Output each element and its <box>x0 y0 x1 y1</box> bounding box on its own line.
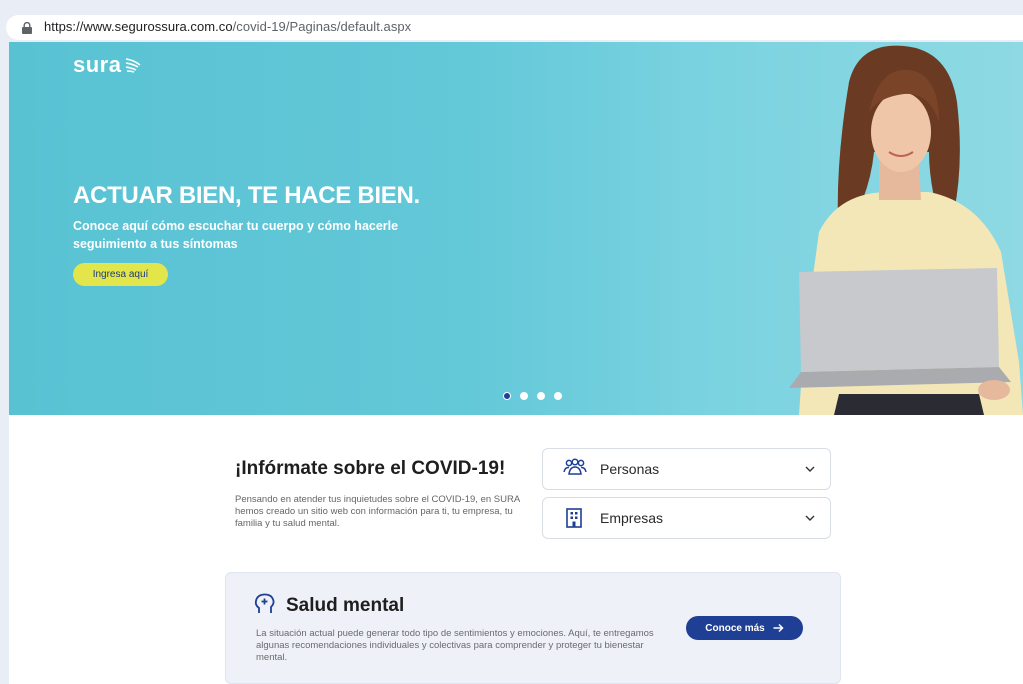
chevron-down-icon <box>805 515 815 521</box>
personas-dropdown[interactable]: Personas <box>542 448 831 490</box>
hero-title: ACTUAR BIEN, TE HACE BIEN. <box>73 182 420 209</box>
url-path: /covid-19/Paginas/default.aspx <box>232 19 412 34</box>
browser-address-bar: https://www.segurossura.com.co/covid-19/… <box>0 0 1023 48</box>
carousel-dot-2[interactable] <box>520 392 528 400</box>
empresas-dropdown[interactable]: Empresas <box>542 497 831 539</box>
salud-mental-title: Salud mental <box>286 595 405 616</box>
salud-mental-text: La situación actual puede generar todo t… <box>256 628 654 663</box>
chevron-down-icon <box>805 466 815 472</box>
arrow-right-icon <box>773 623 784 633</box>
building-icon <box>566 508 582 528</box>
lock-icon <box>22 22 32 34</box>
url-host: https://www.segurossura.com.co <box>44 19 233 34</box>
conoce-mas-label: Conoce más <box>705 622 765 634</box>
info-text: Pensando en atender tus inquietudes sobr… <box>235 494 520 529</box>
sura-logo[interactable]: sura <box>73 52 142 78</box>
woman-with-laptop-image <box>789 45 1023 415</box>
people-group-icon <box>563 458 587 475</box>
carousel-dot-3[interactable] <box>537 392 545 400</box>
logo-text: sura <box>73 52 122 77</box>
salud-mental-card: Salud mental La situación actual puede g… <box>225 572 841 684</box>
carousel-dot-4[interactable] <box>554 392 562 400</box>
carousel-indicators <box>503 392 562 400</box>
logo-wing-icon <box>126 58 141 73</box>
personas-label: Personas <box>600 461 660 477</box>
url-text[interactable]: https://www.segurossura.com.co/covid-19/… <box>44 19 411 34</box>
ingresa-aqui-button[interactable]: Ingresa aquí <box>73 263 168 286</box>
head-plus-icon <box>254 593 275 613</box>
carousel-dot-1[interactable] <box>503 392 511 400</box>
empresas-label: Empresas <box>600 510 664 526</box>
hero-banner: sura ACTUAR BIEN, TE HACE BIEN. Conoce a… <box>9 42 1023 415</box>
info-title: ¡Infórmate sobre el COVID-19! <box>235 458 506 479</box>
conoce-mas-button[interactable]: Conoce más <box>686 616 803 640</box>
hero-subtitle: Conoce aquí cómo escuchar tu cuerpo y có… <box>73 219 399 251</box>
